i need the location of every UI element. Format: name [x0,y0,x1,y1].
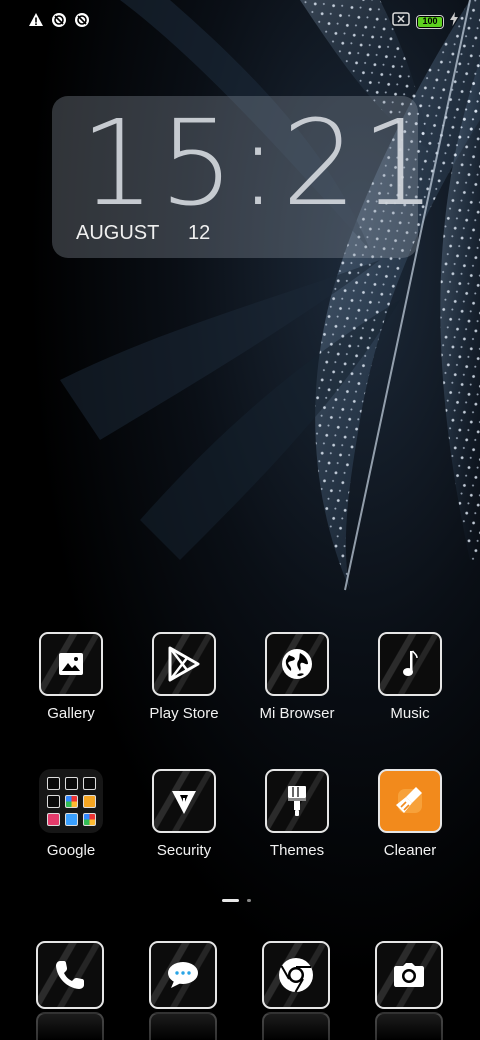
app-google-folder[interactable]: Google [16,769,126,859]
clock-month: AUGUST [76,222,160,244]
folder-icon [39,769,103,833]
app-music[interactable]: Music [355,632,465,722]
page-indicator [222,899,251,902]
sync-icon [51,12,67,28]
globe-icon [265,632,329,696]
battery-level: 100 [422,15,438,26]
youtube-mini-icon [46,794,60,808]
app-gallery[interactable]: Gallery [16,632,126,722]
status-bar: 100 [0,0,480,42]
app-label: Themes [269,842,325,859]
app-label: Security [156,842,212,859]
app-mi-browser[interactable]: Mi Browser [242,632,352,722]
gmail-mini-icon [46,776,60,790]
dock-messages[interactable] [149,941,217,1009]
dock-chrome[interactable] [262,941,330,1009]
dock-camera[interactable] [375,941,443,1009]
charging-icon [450,12,458,31]
app-security[interactable]: Security [129,769,239,859]
dock-reflection [262,1012,330,1040]
app-label: Gallery [47,705,95,722]
app-label: Google [46,842,96,859]
dock-reflection [375,1012,443,1040]
battery-icon: 100 [416,14,444,29]
app-themes[interactable]: Themes [242,769,352,859]
phone-icon [36,941,104,1009]
dock-reflection [149,1012,217,1040]
clock-time: 15:21 [80,94,441,232]
app-cleaner[interactable]: Cleaner [355,769,465,859]
app-label: Mi Browser [259,705,335,722]
gmail-mini-icon [64,776,78,790]
play-store-icon [152,632,216,696]
page-dot [247,899,251,902]
warning-icon [28,12,44,28]
page-dot-active [222,899,239,902]
photos-mini-icon [64,794,78,808]
maps-mini-icon [82,776,96,790]
duo-mini-icon [64,812,78,826]
broom-icon [378,769,442,833]
dock-reflection [36,1012,104,1040]
message-icon [149,941,217,1009]
image-icon [39,632,103,696]
drive-mini-icon [82,794,96,808]
app-label: Play Store [149,705,219,722]
app-play-store[interactable]: Play Store [129,632,239,722]
clock-day: 12 [188,222,211,244]
chrome-icon [262,941,330,1009]
security-shield-icon [152,769,216,833]
status-notifications [28,12,90,28]
sim-no-signal-icon [392,12,410,31]
sync-icon [74,12,90,28]
music-note-icon [378,632,442,696]
camera-icon [375,941,443,1009]
home-screen: 100 15:21 AUGUST 12 Gallery Play Store M… [0,0,480,1040]
wallpaper-feather [60,0,480,591]
dock-phone[interactable] [36,941,104,1009]
status-system: 100 [392,12,458,31]
clock-widget[interactable]: 15:21 AUGUST 12 [52,94,441,258]
app-label: Cleaner [383,842,437,859]
assistant-mini-icon [82,812,96,826]
app-label: Music [390,705,430,722]
play-movies-mini-icon [46,812,60,826]
paintbrush-icon [265,769,329,833]
